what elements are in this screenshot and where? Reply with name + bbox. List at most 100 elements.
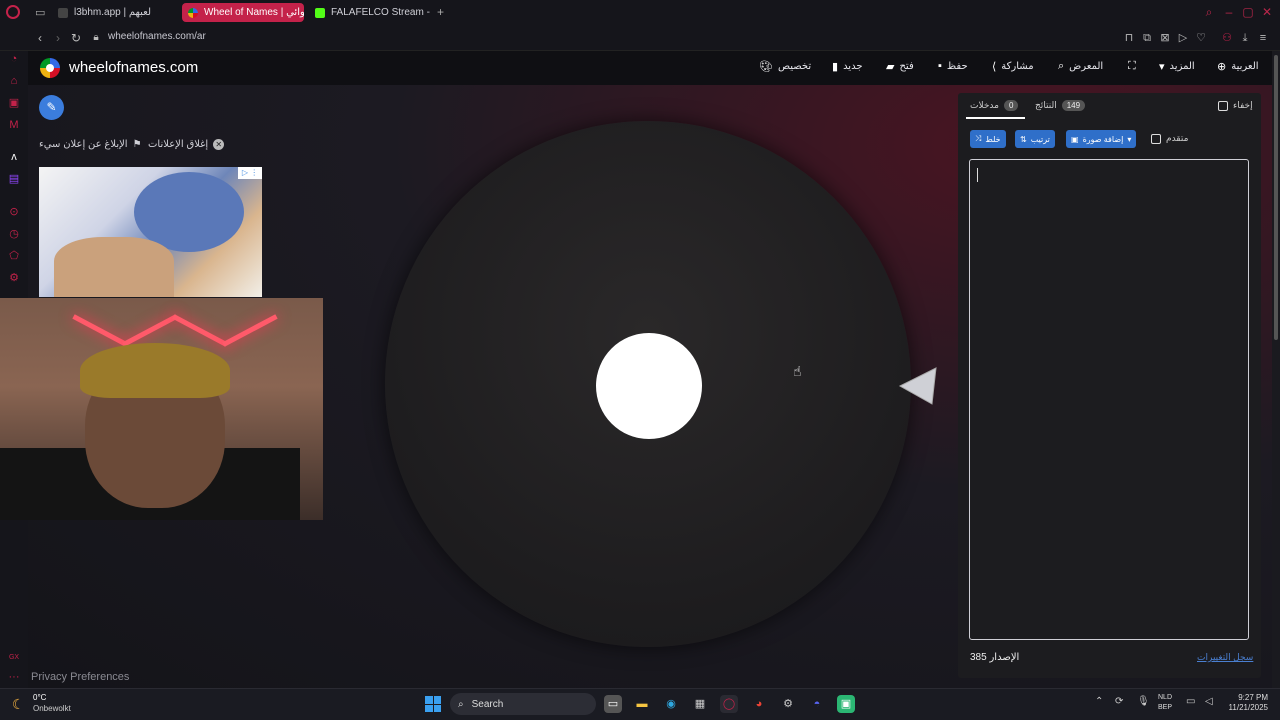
pencil-icon[interactable]: ✎ bbox=[39, 95, 64, 120]
report-ad-link[interactable]: الإبلاغ عن إعلان سيء ⚑ bbox=[39, 139, 142, 150]
forward-icon[interactable]: › bbox=[50, 30, 66, 46]
privacy-preferences-link[interactable]: Privacy Preferences bbox=[31, 671, 129, 683]
bookmark-icon[interactable]: ⊓ bbox=[1122, 31, 1136, 45]
weather-condition[interactable]: Onbewolkt bbox=[33, 704, 71, 713]
tab-results[interactable]: النتائج 149 bbox=[1035, 100, 1086, 111]
chrome-icon[interactable]: ◕ bbox=[750, 695, 768, 713]
gallery-button[interactable]: ⌕ المعرض bbox=[1058, 60, 1103, 73]
advanced-toggle[interactable]: متقدم bbox=[1151, 133, 1188, 144]
share-label: مشاركة bbox=[1001, 61, 1034, 72]
hide-checkbox[interactable] bbox=[1218, 100, 1228, 111]
app-icon[interactable]: ▣ bbox=[837, 695, 855, 713]
maximize-icon[interactable]: ▢ bbox=[1241, 5, 1255, 19]
discord-icon[interactable]: ◓ bbox=[808, 695, 826, 713]
pinboard-icon[interactable]: ⬠ bbox=[7, 249, 21, 263]
more-dropdown[interactable]: ▾ المزيد bbox=[1159, 60, 1195, 73]
network-icon[interactable]: ▭ bbox=[1186, 696, 1195, 707]
customize-button[interactable]: 🎨︎ تخصيص bbox=[759, 60, 811, 73]
share-button[interactable]: ⟨ مشاركة bbox=[992, 60, 1034, 73]
player-icon[interactable]: ⊙ bbox=[7, 205, 21, 219]
steam-icon[interactable]: ⚙ bbox=[779, 695, 797, 713]
snapshot-icon[interactable]: ⧉ bbox=[1140, 31, 1154, 45]
language-dropdown[interactable]: ⊕ العربية bbox=[1217, 60, 1259, 73]
tray-chevron-up-icon[interactable]: ⌃ bbox=[1095, 696, 1103, 707]
taskbar-search[interactable]: ⌕ Search bbox=[450, 693, 596, 715]
kick-favicon-icon bbox=[315, 7, 325, 18]
weather-temp[interactable]: 0°C bbox=[33, 693, 46, 702]
tab-wheel-of-names[interactable]: Wheel of Names | عشوائي bbox=[182, 3, 304, 22]
entries-textarea[interactable] bbox=[969, 159, 1249, 640]
caret-down-icon: ▾ bbox=[1127, 134, 1132, 144]
fullscreen-button[interactable]: ⛶ bbox=[1128, 60, 1136, 73]
wallet-icon[interactable]: ⚇ bbox=[1220, 31, 1234, 45]
task-view-icon[interactable]: ▭ bbox=[604, 695, 622, 713]
history-icon[interactable]: ◷ bbox=[7, 227, 21, 241]
gx-icon[interactable]: GX bbox=[7, 651, 21, 665]
tab-entries[interactable]: مدخلات 0 bbox=[970, 100, 1019, 111]
hide-ads-link[interactable]: إغلاق الإعلانات ✕ bbox=[148, 139, 225, 150]
opera-logo-icon[interactable] bbox=[6, 5, 20, 19]
changelog-link[interactable]: سجل التغييرات bbox=[1197, 652, 1253, 663]
file-explorer-icon[interactable]: ▬ bbox=[633, 695, 651, 713]
add-image-button[interactable]: ▣ إضافة صورة ▾ bbox=[1066, 130, 1137, 148]
microphone-icon[interactable]: 🎙︎ bbox=[1137, 696, 1150, 707]
minimize-icon[interactable]: – bbox=[1222, 5, 1236, 19]
sort-button[interactable]: ⇅ ترتيب bbox=[1015, 130, 1055, 148]
save-button[interactable]: ▪ حفظ bbox=[938, 60, 968, 72]
tab-overview-icon[interactable]: ▭ bbox=[35, 6, 45, 19]
play-icon[interactable]: ▷ bbox=[1176, 31, 1190, 45]
menu-icon[interactable]: ≡ bbox=[1256, 31, 1270, 45]
entries-count-badge: 0 bbox=[1003, 100, 1019, 111]
neon-light bbox=[172, 314, 228, 347]
reload-icon[interactable]: ↻ bbox=[68, 30, 84, 46]
volume-icon[interactable]: ◁ bbox=[1205, 696, 1213, 707]
hide-label: إخفاء bbox=[1233, 100, 1253, 110]
site-name[interactable]: wheelofnames.com bbox=[69, 59, 198, 76]
heart-icon[interactable]: ♡ bbox=[1194, 31, 1208, 45]
moon-weather-icon[interactable]: ☾ bbox=[12, 696, 25, 713]
caret-down-icon: ▾ bbox=[1159, 61, 1165, 73]
search-tabs-icon[interactable]: ⌕ bbox=[1202, 5, 1216, 19]
tab-l3bhm[interactable]: l3bhm.app | لعبهم bbox=[52, 3, 177, 22]
wheel-logo-icon[interactable] bbox=[40, 58, 60, 78]
clock-time: 9:27 PM bbox=[1238, 693, 1268, 702]
more-dots-icon[interactable]: ··· bbox=[7, 670, 21, 684]
store-icon[interactable]: ▦ bbox=[691, 695, 709, 713]
back-icon[interactable]: ‹ bbox=[32, 30, 48, 46]
tab-label: l3bhm.app | لعبهم bbox=[74, 7, 152, 18]
messenger-icon[interactable]: ▣ bbox=[7, 96, 21, 110]
settings-icon[interactable]: ⚙ bbox=[7, 271, 21, 285]
wheel-center-hub[interactable] bbox=[596, 333, 702, 439]
results-tab-label: النتائج bbox=[1035, 100, 1057, 110]
download-icon[interactable]: ⤓ bbox=[1238, 31, 1252, 45]
close-icon[interactable]: ✕ bbox=[1260, 5, 1274, 19]
hide-toggle[interactable]: إخفاء bbox=[1218, 100, 1253, 111]
tab-falafelco[interactable]: FALAFELCO Stream - Wat bbox=[309, 3, 431, 22]
url-field[interactable]: wheelofnames.com/ar bbox=[108, 31, 206, 42]
advanced-checkbox[interactable] bbox=[1151, 133, 1161, 144]
text-caret bbox=[977, 168, 978, 182]
edge-icon[interactable]: ◉ bbox=[662, 695, 680, 713]
open-button[interactable]: ▰ فتح bbox=[886, 60, 914, 73]
opera-gx-icon[interactable]: ◯ bbox=[720, 695, 738, 713]
twitch-icon[interactable]: ▤ bbox=[7, 172, 21, 186]
file-icon: ▮ bbox=[832, 61, 839, 73]
mail-icon[interactable]: M bbox=[7, 118, 21, 132]
windows-start-icon[interactable] bbox=[425, 696, 441, 712]
vpn-icon[interactable]: ⊠ bbox=[1158, 31, 1172, 45]
adchoices-icon[interactable]: ▷ ⋮ bbox=[238, 167, 262, 179]
plus-icon[interactable]: + bbox=[437, 5, 444, 19]
shuffle-icon: ⤨ bbox=[975, 134, 982, 143]
tray-app-icon[interactable]: ⟳ bbox=[1115, 696, 1123, 707]
lang-line1: NLD bbox=[1158, 694, 1173, 701]
ad-image[interactable] bbox=[39, 167, 262, 297]
new-button[interactable]: ▮ جديد bbox=[832, 60, 863, 73]
kick-sidebar-icon[interactable]: ʌ bbox=[7, 150, 21, 164]
page-scrollbar-thumb[interactable] bbox=[1274, 55, 1278, 340]
shopping-icon[interactable]: ⌂ bbox=[7, 74, 21, 88]
gallery-label: المعرض bbox=[1069, 61, 1104, 72]
shuffle-button[interactable]: ⤨ خلط bbox=[970, 130, 1006, 148]
language-indicator[interactable]: NLD BEP bbox=[1158, 693, 1172, 713]
system-clock[interactable]: 9:27 PM 11/21/2025 bbox=[1226, 693, 1268, 713]
aria-icon[interactable]: ◔ bbox=[7, 52, 21, 66]
